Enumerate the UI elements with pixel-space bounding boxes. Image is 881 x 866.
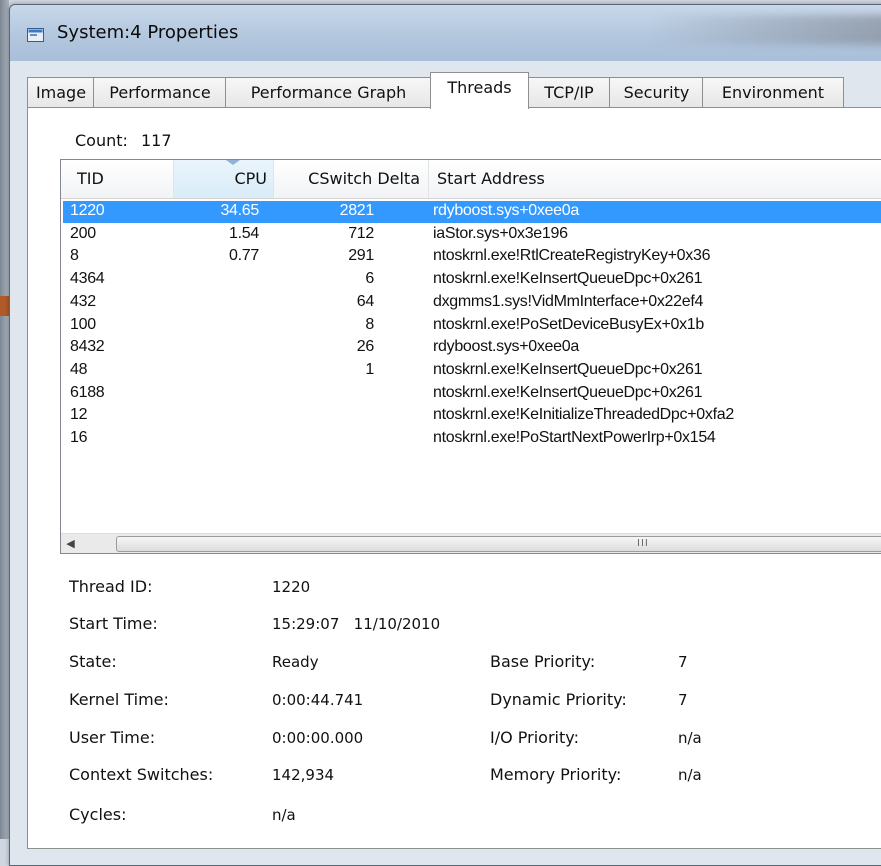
user-time-value: 0:00:00.000	[272, 729, 364, 747]
kernel-time-label: Kernel Time:	[69, 690, 169, 709]
cswitch-delta-cell: 291	[348, 247, 374, 265]
table-row[interactable]: 8 0.77 291 ntoskrnl.exe!RtlCreateRegistryKe…	[63, 246, 881, 268]
dynamic-priority-value: 7	[678, 691, 688, 709]
start-time-label: Start Time:	[69, 614, 158, 633]
cswitch-delta-cell: 2821	[339, 202, 375, 219]
cswitch-delta-cell: 64	[356, 292, 375, 310]
tab-environment[interactable]: Environment	[702, 77, 844, 108]
title-bar[interactable]: System:4 Properties	[10, 5, 881, 61]
tid-cell: 12	[70, 406, 88, 424]
column-tid-label: TID	[77, 169, 104, 188]
column-header-cpu[interactable]: CPU	[174, 160, 274, 198]
scroll-left-arrow-icon[interactable]: ◀	[61, 534, 80, 553]
threads-list[interactable]: TID CPU CSwitch Delta Start Address 1220…	[60, 159, 881, 554]
tid-cell: 8432	[70, 338, 105, 356]
base-priority-value: 7	[678, 653, 688, 671]
tid-cell: 432	[70, 292, 96, 310]
state-label: State:	[69, 652, 117, 671]
tab-image[interactable]: Image	[27, 77, 95, 108]
memory-priority-label: Memory Priority:	[490, 765, 622, 784]
sort-descending-icon	[226, 160, 240, 165]
thread-id-label: Thread ID:	[69, 577, 153, 596]
start-address-cell: ntoskrnl.exe!KeInsertQueueDpc+0x261	[433, 270, 703, 288]
cpu-cell: 34.65	[220, 202, 259, 219]
horizontal-scrollbar[interactable]: ◀ III	[61, 533, 881, 553]
tab-tcpip[interactable]: TCP/IP	[527, 77, 611, 108]
table-row[interactable]: 432 64 dxgmms1.sys!VidMmInterface+0x22ef4	[63, 292, 881, 314]
tid-cell: 6188	[70, 383, 105, 401]
cswitch-delta-cell: 712	[348, 224, 374, 242]
title-bar-blur	[650, 15, 881, 45]
io-priority-label: I/O Priority:	[490, 728, 579, 747]
scroll-thumb[interactable]: III	[116, 536, 881, 552]
cpu-cell: 1.54	[229, 224, 259, 242]
tab-threads[interactable]: Threads	[430, 72, 529, 109]
tid-cell: 200	[70, 224, 96, 242]
count-label: Count:	[75, 131, 128, 150]
tid-cell: 16	[70, 429, 88, 446]
column-address-label: Start Address	[437, 169, 545, 188]
start-address-cell: dxgmms1.sys!VidMmInterface+0x22ef4	[433, 292, 704, 310]
context-switches-label: Context Switches:	[69, 765, 214, 784]
desktop-edge-mark	[0, 296, 9, 316]
properties-window-icon	[27, 28, 44, 42]
start-address-cell: ntoskrnl.exe!PoSetDeviceBusyEx+0x1b	[433, 315, 704, 333]
table-row[interactable]: 8432 26 rdyboost.sys+0xee0a	[63, 337, 881, 359]
desktop-edge	[0, 0, 9, 839]
column-header-cswitch-delta[interactable]: CSwitch Delta	[274, 160, 429, 198]
table-row-selected[interactable]: 1220 34.65 2821 rdyboost.sys+0xee0a	[63, 201, 881, 223]
tab-security[interactable]: Security	[609, 77, 704, 108]
thread-rows: 1220 34.65 2821 rdyboost.sys+0xee0a 200 1.54 7…	[61, 199, 881, 514]
dynamic-priority-label: Dynamic Priority:	[490, 690, 627, 709]
start-address-cell: ntoskrnl.exe!KeInsertQueueDpc+0x261	[433, 360, 703, 378]
start-address-cell: ntoskrnl.exe!KeInitializeThreadedDpc+0xf…	[433, 406, 734, 424]
state-value: Ready	[272, 653, 319, 671]
cswitch-delta-cell: 6	[365, 270, 374, 288]
tid-cell: 1220	[70, 202, 105, 219]
kernel-time-value: 0:00:44.741	[272, 691, 364, 709]
io-priority-value: n/a	[678, 729, 702, 747]
start-address-cell: ntoskrnl.exe!KeInsertQueueDpc+0x261	[433, 383, 703, 401]
table-row[interactable]: 12 ntoskrnl.exe!KeInitializeThreadedDpc+0…	[63, 405, 881, 427]
tid-cell: 48	[70, 360, 88, 378]
user-time-label: User Time:	[69, 728, 156, 747]
start-address-cell: rdyboost.sys+0xee0a	[433, 338, 579, 356]
table-row[interactable]: 4364 6 ntoskrnl.exe!KeInsertQueueDpc+0x261	[63, 269, 881, 291]
list-header: TID CPU CSwitch Delta Start Address	[61, 160, 881, 199]
column-header-start-address[interactable]: Start Address	[429, 160, 881, 198]
count-value: 117	[141, 131, 172, 150]
column-cpu-label: CPU	[234, 169, 267, 188]
start-address-cell: rdyboost.sys+0xee0a	[433, 202, 579, 219]
tid-cell: 8	[70, 247, 79, 265]
table-row[interactable]: 200 1.54 712 iaStor.sys+0x3e196	[63, 224, 881, 246]
start-address-cell: iaStor.sys+0x3e196	[433, 224, 568, 242]
start-address-cell: ntoskrnl.exe!RtlCreateRegistryKey+0x36	[433, 247, 711, 265]
cswitch-delta-cell: 26	[356, 338, 375, 356]
thread-count: Count: 117	[75, 131, 172, 150]
cswitch-delta-cell: 8	[365, 315, 374, 333]
thread-id-value: 1220	[272, 578, 311, 596]
cycles-value: n/a	[272, 806, 296, 824]
cswitch-delta-cell: 1	[365, 360, 374, 378]
memory-priority-value: n/a	[678, 766, 702, 784]
tid-cell: 4364	[70, 270, 105, 288]
cpu-cell: 0.77	[229, 247, 259, 265]
tid-cell: 100	[70, 315, 96, 333]
table-row[interactable]: 48 1 ntoskrnl.exe!KeInsertQueueDpc+0x261	[63, 360, 881, 382]
start-address-cell: ntoskrnl.exe!PoStartNextPowerIrp+0x154	[433, 429, 716, 446]
base-priority-label: Base Priority:	[490, 652, 596, 671]
table-row[interactable]: 100 8 ntoskrnl.exe!PoSetDeviceBusyEx+0x1b	[63, 315, 881, 337]
table-row[interactable]: 16 ntoskrnl.exe!PoStartNextPowerIrp+0x154	[63, 428, 881, 450]
start-time-value: 15:29:07 11/10/2010	[272, 615, 441, 633]
cycles-label: Cycles:	[69, 805, 127, 824]
table-row[interactable]: 6188 ntoskrnl.exe!KeInsertQueueDpc+0x261	[63, 383, 881, 405]
column-header-tid[interactable]: TID	[61, 160, 174, 198]
tab-performance[interactable]: Performance	[93, 77, 227, 108]
window-title: System:4 Properties	[57, 22, 239, 43]
tab-performance-graph[interactable]: Performance Graph	[225, 77, 432, 108]
scroll-grip: III	[637, 538, 649, 549]
context-switches-value: 142,934	[272, 766, 335, 784]
column-cswitch-label: CSwitch Delta	[308, 169, 420, 188]
